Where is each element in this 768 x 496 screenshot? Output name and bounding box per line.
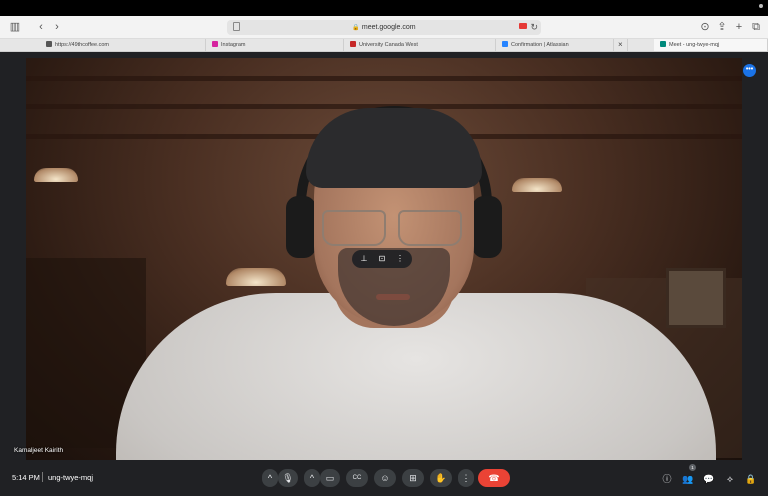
tab-confirmation-atlassian[interactable]: Confirmation | Atlassian: [496, 39, 614, 51]
more-options-button[interactable]: ⋮: [458, 469, 474, 487]
favicon-icon: [46, 41, 52, 47]
present-button[interactable]: ⊞: [402, 469, 424, 487]
system-menu-bar: [0, 0, 768, 16]
chalkboard: [666, 268, 726, 328]
instagram-icon: [212, 41, 218, 47]
tab-overview-icon[interactable]: ⧉: [749, 20, 763, 34]
activities-icon[interactable]: ⟡: [723, 472, 737, 486]
meeting-stage: ⊥ ⊡ ⋮ Kamaljeet Kairith: [0, 52, 768, 460]
people-count-badge: 1: [689, 464, 696, 471]
tab-49thcoffee[interactable]: https://49thcoffee.com: [40, 39, 206, 51]
pin-icon[interactable]: ⊥: [354, 250, 374, 268]
participant-name: Kamaljeet Kairith: [14, 447, 64, 454]
tab-university-canada-west[interactable]: University Canada West: [344, 39, 496, 51]
tab-meet[interactable]: Meet - ung-twye-mqj: [654, 39, 768, 51]
tab-label: Meet - ung-twye-mqj: [669, 42, 720, 48]
people-icon[interactable]: 👥: [681, 472, 695, 486]
current-time: 5:14 PM: [12, 473, 40, 482]
meet-icon: [660, 41, 666, 47]
more-icon[interactable]: •••: [743, 64, 756, 77]
back-button[interactable]: ‹: [34, 20, 48, 34]
tab-instagram[interactable]: Instagram: [206, 39, 344, 51]
headphone-cup-left: [286, 196, 316, 258]
address-bar[interactable]: 🔒 meet.google.com ↻: [227, 20, 541, 35]
reload-icon[interactable]: ↻: [530, 20, 538, 34]
participant-figure: [116, 98, 716, 460]
leave-call-button[interactable]: ☎: [478, 469, 510, 487]
pendant-light: [34, 168, 78, 182]
meeting-control-bar: 5:14 PM ung-twye-mqj ^ 🎙 ^ ▭ CC ☺ ⊞ ✋ ⋮ …: [0, 460, 768, 496]
tab-label: Confirmation | Atlassian: [511, 42, 569, 48]
mic-button[interactable]: 🎙: [278, 469, 298, 487]
headphone-cup-right: [472, 196, 502, 258]
frame-icon[interactable]: ⊡: [372, 250, 392, 268]
ucw-icon: [350, 41, 356, 47]
meeting-code: ung-twye-mqj: [48, 473, 94, 482]
glasses: [322, 210, 466, 250]
lens-right: [398, 210, 462, 246]
host-controls-icon[interactable]: 🔒: [744, 472, 758, 486]
hair: [306, 108, 482, 188]
lock-icon: 🔒: [352, 25, 360, 31]
address-text: meet.google.com: [361, 24, 416, 31]
browser-toolbar: ▥ ‹ › 🔒 meet.google.com ↻ ⊙ ⇪ + ⧉: [0, 16, 768, 39]
tab-label: Instagram: [221, 42, 246, 48]
lens-left: [322, 210, 386, 246]
close-tab-icon[interactable]: ×: [614, 39, 628, 51]
new-tab-button[interactable]: +: [732, 20, 746, 34]
mic-options-button[interactable]: ^: [262, 469, 278, 487]
tab-label: University Canada West: [359, 42, 418, 48]
camera-options-button[interactable]: ^: [304, 469, 320, 487]
mouth: [376, 294, 410, 300]
atlassian-icon: [502, 41, 508, 47]
chat-icon[interactable]: 💬: [702, 472, 716, 486]
tab-label: https://49thcoffee.com: [55, 42, 110, 48]
captions-button[interactable]: CC: [346, 469, 368, 487]
info-icon[interactable]: ⓘ: [660, 472, 674, 486]
share-icon[interactable]: ⇪: [715, 20, 729, 34]
status-dot-icon: [759, 4, 763, 8]
camera-button[interactable]: ▭: [320, 469, 340, 487]
sidebar-toggle-icon[interactable]: ▥: [8, 20, 22, 34]
download-icon[interactable]: ⊙: [698, 20, 712, 34]
divider: [42, 472, 43, 482]
ceiling-beam: [26, 76, 742, 81]
tile-options-menu: ⊥ ⊡ ⋮: [352, 250, 412, 268]
forward-button[interactable]: ›: [50, 20, 64, 34]
emoji-button[interactable]: ☺: [374, 469, 396, 487]
camera-in-use-icon[interactable]: [519, 23, 527, 29]
more-vert-icon[interactable]: ⋮: [390, 250, 410, 268]
raise-hand-button[interactable]: ✋: [430, 469, 452, 487]
tab-bar: https://49thcoffee.com Instagram Univers…: [0, 39, 768, 52]
